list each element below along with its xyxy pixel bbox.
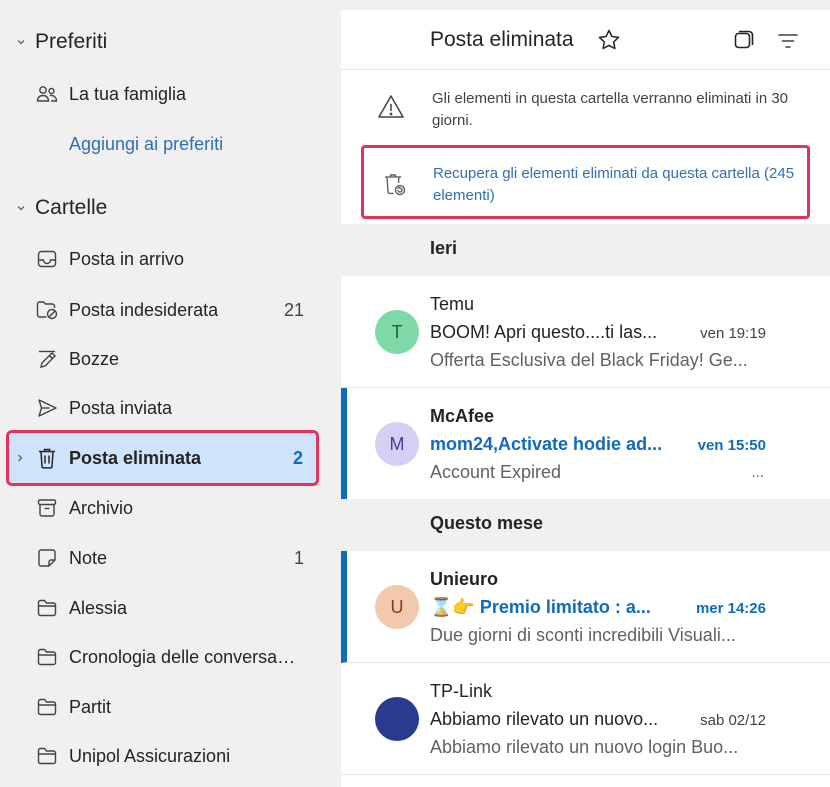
chevron-down-icon <box>14 203 28 213</box>
favorites-section-header[interactable]: Preferiti <box>14 28 107 56</box>
message-sender: TP-Link <box>430 681 493 701</box>
sidebar-item-conversation-history[interactable]: Cronologia delle conversazioni <box>0 632 330 682</box>
folder-icon <box>34 595 60 621</box>
sidebar-item-junk[interactable]: Posta indesiderata 21 <box>0 285 330 335</box>
sidebar-item-label: Archivio <box>69 497 134 518</box>
warning-icon <box>377 93 405 121</box>
message-preview: Account Expired <box>430 462 562 482</box>
archive-icon <box>34 495 60 521</box>
sidebar-item-family[interactable]: La tua famiglia <box>0 69 330 119</box>
message-subject: Abbiamo rilevato un nuovo... <box>430 709 659 729</box>
sidebar-item-inbox[interactable]: Posta in arrivo <box>0 234 330 284</box>
sidebar-item-sent[interactable]: Posta inviata <box>0 383 330 433</box>
sidebar-item-label: Alessia <box>69 597 128 618</box>
message-item[interactable]: T Temu BOOM! Apri questo....ti las... ve… <box>341 276 830 388</box>
inbox-icon <box>34 246 60 272</box>
junk-icon <box>34 297 60 323</box>
people-icon <box>34 81 60 107</box>
sidebar-item-label: Posta eliminata <box>69 447 202 468</box>
sidebar-item-unipol[interactable]: Unipol Assicurazioni <box>0 731 330 781</box>
message-preview: Offerta Esclusiva del Black Friday! Ge..… <box>430 350 748 370</box>
message-list-header: Posta eliminata <box>341 10 830 70</box>
avatar: U <box>375 585 419 629</box>
sidebar-item-archive[interactable]: Archivio <box>0 483 330 533</box>
sidebar-item-label: Posta in arrivo <box>69 248 185 269</box>
chevron-down-icon <box>14 37 28 47</box>
recover-deleted-items-text: Recupera gli elementi eliminati da quest… <box>433 165 795 204</box>
message-list-pane: Posta eliminata Gli elementi in questa c… <box>341 10 830 787</box>
sidebar-item-label: Posta indesiderata <box>69 299 219 320</box>
unread-count: 21 <box>283 299 304 320</box>
retention-notice-text: Gli elementi in questa cartella verranno… <box>432 90 789 129</box>
message-item[interactable]: TP-Link Abbiamo rilevato un nuovo... sab… <box>341 663 830 775</box>
sidebar-item-partit[interactable]: Partit <box>0 682 330 732</box>
avatar <box>375 697 419 741</box>
sidebar-item-label: Posta inviata <box>69 397 173 418</box>
avatar: T <box>375 310 419 354</box>
message-sender: Unieuro <box>430 569 499 589</box>
message-time: mer 14:26 <box>695 600 766 617</box>
sidebar-item-drafts[interactable]: Bozze <box>0 334 330 384</box>
avatar: M <box>375 422 419 466</box>
sidebar-item-deleted[interactable]: Posta eliminata 2 <box>6 430 319 486</box>
recover-trash-icon <box>381 170 409 198</box>
sidebar-item-notes[interactable]: Note 1 <box>0 533 330 583</box>
message-subject: mom24,Activate hodie ad... <box>430 434 663 454</box>
star-icon[interactable] <box>597 28 621 52</box>
recover-deleted-items-link[interactable]: Recupera gli elementi eliminati da quest… <box>361 145 810 219</box>
select-mode-icon[interactable] <box>733 29 755 51</box>
message-subject: BOOM! Apri questo....ti las... <box>430 322 658 342</box>
unread-count: 1 <box>293 547 304 568</box>
avatar-initial: U <box>390 596 404 617</box>
send-icon <box>34 395 60 421</box>
message-preview: Abbiamo rilevato un nuovo login Buo... <box>430 737 739 757</box>
message-preview: Due giorni di sconti incredibili Visuali… <box>430 625 736 645</box>
sidebar-item-label: Partit <box>69 696 112 717</box>
filter-icon[interactable] <box>777 30 799 52</box>
message-time: sab 02/12 <box>700 712 766 729</box>
sidebar-item-alessia[interactable]: Alessia <box>0 583 330 633</box>
message-sender: Temu <box>430 294 475 314</box>
folder-icon <box>34 644 60 670</box>
group-header-label: Ieri <box>430 238 458 258</box>
message-sender: McAfee <box>430 406 495 426</box>
sidebar-item-label: La tua famiglia <box>69 83 187 104</box>
truncation-ellipsis: ... <box>751 464 764 481</box>
avatar-initial: T <box>391 321 403 342</box>
message-time: ven 19:19 <box>700 325 766 342</box>
add-to-favorites-link[interactable]: Aggiungi ai preferiti <box>0 119 330 169</box>
message-subject: ⌛👉 Premio limitato : a... <box>430 597 651 617</box>
folder-title: Posta eliminata <box>430 28 574 51</box>
retention-notice: Gli elementi in questa cartella verranno… <box>341 71 830 143</box>
add-favorites-label: Aggiungi ai preferiti <box>69 133 224 154</box>
sidebar-item-label: Unipol Assicurazioni <box>69 745 231 766</box>
favorites-header: Preferiti <box>35 30 108 53</box>
group-header-this-month: Questo mese <box>341 499 830 551</box>
group-header-yesterday: Ieri <box>341 224 830 276</box>
pencil-icon <box>34 346 60 372</box>
message-item[interactable]: M McAfee mom24,Activate hodie ad... ven … <box>341 388 830 500</box>
message-item[interactable]: U Unieuro ⌛👉 Premio limitato : a... mer … <box>341 551 830 663</box>
folder-sidebar: Preferiti La tua famiglia Aggiungi ai pr… <box>0 0 330 787</box>
folders-header: Cartelle <box>35 196 108 219</box>
sidebar-item-label: Note <box>69 547 108 568</box>
trash-icon <box>34 445 60 471</box>
sidebar-item-label: Cronologia delle conversazioni <box>69 646 301 667</box>
folder-icon <box>34 694 60 720</box>
avatar-initial: M <box>389 433 405 454</box>
note-icon <box>34 545 60 571</box>
unread-count: 2 <box>292 447 303 468</box>
folder-icon <box>34 743 60 769</box>
group-header-label: Questo mese <box>430 513 544 533</box>
sidebar-item-label: Bozze <box>69 348 120 369</box>
folders-section-header[interactable]: Cartelle <box>14 194 107 222</box>
message-time: ven 15:50 <box>697 437 766 454</box>
chevron-right-icon[interactable] <box>15 453 25 463</box>
